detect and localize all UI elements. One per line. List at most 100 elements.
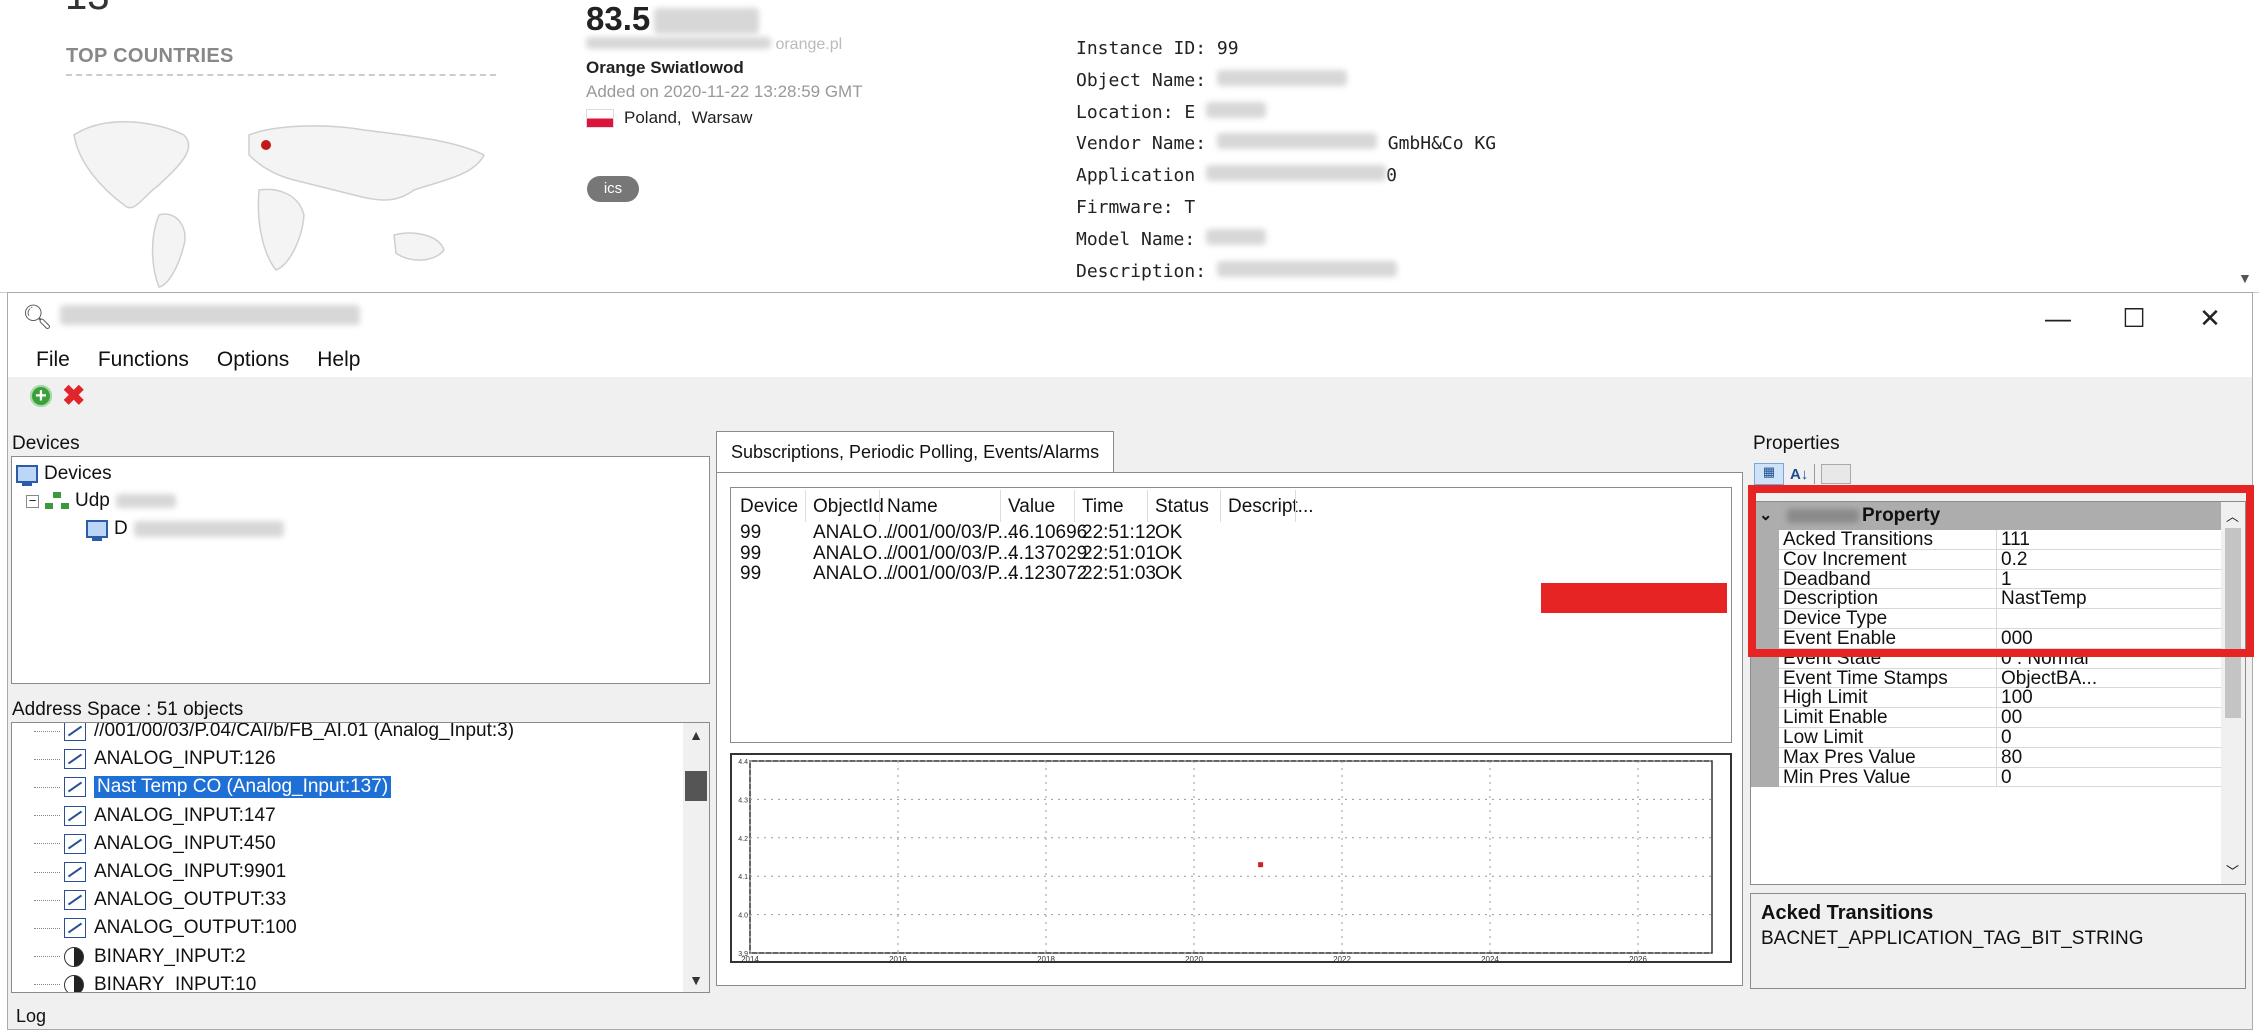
property-row[interactable]: Deadband 1 [1751,569,2221,590]
info-application: Application 0 [1076,165,1397,187]
table-cell[interactable]: 4.137029 [1008,543,1087,565]
minimize-button[interactable]: — [2020,293,2096,343]
property-row[interactable]: Max Pres Value 80 [1751,747,2221,768]
column-header[interactable]: Status [1155,496,1209,518]
property-row[interactable]: Event State 0 : Normal [1751,648,2221,669]
column-header[interactable]: Descript... [1228,496,1314,518]
column-header[interactable]: Value [1008,496,1055,518]
table-cell[interactable]: 99 [740,522,761,544]
column-header[interactable]: ObjectId [813,496,884,518]
column-header[interactable]: Device [740,496,798,518]
prop-scroll-up-icon[interactable]: ︿ [2226,506,2239,525]
collapse-icon[interactable]: − [26,494,39,508]
property-value[interactable]: 111 [1997,530,2221,550]
property-category[interactable]: ⌄ Property [1751,502,2221,530]
property-value[interactable]: 0 : Normal [1997,648,2221,669]
prop-scroll-thumb[interactable] [2225,528,2241,718]
scroll-up-icon[interactable]: ▲ [683,727,709,743]
table-cell[interactable]: //001/00/03/P.... [887,543,1019,565]
menu-options[interactable]: Options [203,348,303,372]
property-row[interactable]: Description NastTemp [1751,589,2221,610]
table-cell[interactable]: //001/00/03/P.... [887,522,1019,544]
property-row[interactable]: Event Time Stamps ObjectBA... [1751,668,2221,689]
address-item[interactable]: ANALOG_INPUT:450 [34,830,276,858]
property-row[interactable]: Limit Enable 00 [1751,708,2221,728]
tree-node-device[interactable]: D [86,518,284,541]
column-header[interactable]: Time [1082,496,1124,518]
page-scroll-down-icon[interactable]: ▼ [2238,270,2252,286]
tab-subscriptions[interactable]: Subscriptions, Periodic Polling, Events/… [716,431,1115,473]
property-value[interactable]: 000 [1997,629,2221,649]
property-pages-icon[interactable] [1821,464,1852,484]
alphabetical-view-icon[interactable]: A↓ [1790,466,1808,483]
property-value[interactable]: 100 [1997,688,2221,709]
property-value[interactable]: 80 [1997,747,2221,768]
address-item[interactable]: Nast Temp CO (Analog_Input:137) [34,773,393,801]
address-item[interactable]: //001/00/03/P.04/CAI/b/FB_AI.01 (Analog_… [34,723,514,745]
property-value[interactable]: 1 [1997,569,2221,590]
property-row[interactable]: Low Limit 0 [1751,728,2221,748]
scroll-down-icon[interactable]: ▼ [683,972,709,988]
scroll-thumb[interactable] [685,771,707,801]
row-gutter [1751,767,1779,788]
maximize-button[interactable]: ☐ [2096,293,2172,343]
categorized-view-icon[interactable]: ▦ [1754,463,1784,485]
table-cell[interactable]: ANALO... [813,563,893,585]
column-divider [1295,490,1296,522]
menu-file[interactable]: File [8,348,84,372]
address-item[interactable]: ANALOG_INPUT:126 [34,745,276,773]
properties-toolbar: ▦ A↓ [1754,461,1852,487]
table-cell[interactable]: //001/00/03/P.... [887,563,1019,585]
property-value[interactable]: ObjectBA... [1997,668,2221,689]
collapse-category-icon[interactable]: ⌄ [1759,505,1772,525]
ics-tag[interactable]: ics [587,176,639,202]
address-item[interactable]: ANALOG_INPUT:147 [34,802,276,830]
property-value[interactable]: 0 [1997,728,2221,748]
address-scrollbar[interactable]: ▲ ▼ [683,723,709,992]
address-item[interactable]: BINARY_INPUT:2 [34,943,246,971]
close-button[interactable]: ✕ [2172,293,2248,343]
y-tick-label: 4.4 [738,759,748,766]
x-tick-label: 2026 [1629,955,1647,961]
table-cell[interactable]: ANALO... [813,522,893,544]
property-name: Acked Transitions [1779,530,1997,550]
address-item[interactable]: ANALOG_INPUT:9901 [34,858,286,886]
table-cell[interactable]: ANALO... [813,543,893,565]
address-item[interactable]: BINARY_INPUT:10 [34,971,256,992]
table-cell[interactable]: 22:51:03 [1082,563,1156,585]
remove-device-icon[interactable]: ✖ [62,382,85,410]
column-header[interactable]: Name [887,496,938,518]
property-row[interactable]: Cov Increment 0.2 [1751,549,2221,570]
menu-help[interactable]: Help [303,348,374,372]
address-item[interactable]: ANALOG_OUTPUT:100 [34,914,297,942]
property-value[interactable]: NastTemp [1997,589,2221,610]
table-cell[interactable]: 99 [740,543,761,565]
property-scrollbar[interactable]: ︿ ﹀ [2221,502,2245,884]
table-cell[interactable]: OK [1155,543,1182,565]
table-cell[interactable]: 22:51:01 [1082,543,1156,565]
property-row[interactable]: Event Enable 000 [1751,629,2221,649]
table-cell[interactable]: 4.123072 [1008,563,1087,585]
info-instance-id: Instance ID: 99 [1076,38,1239,59]
menu-functions[interactable]: Functions [84,348,203,372]
tree-root-devices[interactable]: Devices [16,463,112,486]
property-row[interactable]: High Limit 100 [1751,688,2221,709]
prop-scroll-down-icon[interactable]: ﹀ [2226,861,2239,880]
property-value[interactable]: 0.2 [1997,549,2221,570]
property-value[interactable]: 00 [1997,708,2221,728]
title-bar[interactable]: 🔍︎ — ☐ ✕ [8,293,2252,343]
add-device-icon[interactable]: + [30,385,52,407]
table-cell[interactable]: OK [1155,522,1182,544]
y-tick-label: 3.9 [738,951,748,958]
table-cell[interactable]: 99 [740,563,761,585]
table-cell[interactable]: 22:51:12 [1082,522,1156,544]
property-value[interactable] [1997,609,2221,629]
property-row[interactable]: Acked Transitions 111 [1751,530,2221,550]
property-row[interactable]: Min Pres Value 0 [1751,767,2221,788]
address-item[interactable]: ANALOG_OUTPUT:33 [34,886,286,914]
property-row[interactable]: Device Type [1751,609,2221,629]
tree-node-udp[interactable]: − Udp [26,490,176,512]
property-value[interactable]: 0 [1997,767,2221,788]
table-cell[interactable]: 46.10696 [1008,522,1087,544]
table-cell[interactable]: OK [1155,563,1182,585]
